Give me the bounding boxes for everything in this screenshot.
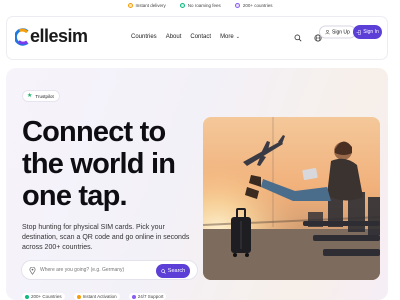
support-icon — [131, 294, 136, 299]
feature-badge: Instant Activation — [73, 293, 120, 300]
sign-up-button[interactable]: Sign Up — [319, 25, 356, 39]
feature-badges: 200+ Countries Instant Activation 24/7 S… — [22, 293, 167, 300]
perk-label: 200+ countries — [242, 2, 273, 8]
hero-travel-image — [203, 117, 380, 280]
nav-link-more[interactable]: More ⌄ — [220, 34, 240, 40]
sign-up-label: Sign Up — [332, 29, 350, 35]
logo-mark-icon — [15, 27, 29, 46]
hero-section: ★ Trustpilot Connect to the world in one… — [6, 68, 388, 300]
search-submit-button[interactable]: Search — [156, 264, 190, 278]
star-icon: ★ — [27, 93, 33, 99]
airport-traveler-illustration — [203, 117, 380, 280]
brand-name: ellesim — [30, 26, 88, 46]
nav-link-contact[interactable]: Contact — [190, 34, 211, 40]
feature-badge: 200+ Countries — [22, 293, 65, 300]
globe-small-icon — [234, 2, 240, 8]
feature-badge-label: 200+ Countries — [31, 294, 62, 299]
destination-search-input[interactable] — [40, 267, 155, 273]
chevron-down-icon: ⌄ — [235, 34, 240, 40]
bolt-icon — [76, 294, 81, 299]
feature-badge-label: 24/7 Support — [137, 294, 164, 299]
feature-badge: 24/7 Support — [128, 293, 167, 300]
pin-icon — [29, 267, 36, 275]
perk-label: Instant delivery — [135, 2, 166, 8]
bolt-icon — [127, 2, 133, 8]
hero-subtitle: Stop hunting for physical SIM cards. Pic… — [22, 224, 190, 251]
check-icon — [179, 2, 185, 8]
nav-link-more-label: More — [220, 34, 234, 40]
search-icon — [294, 34, 302, 42]
destination-search-bar: Search — [21, 260, 198, 280]
perk-instant-delivery: Instant delivery — [127, 2, 166, 8]
search-icon — [161, 268, 166, 274]
sign-in-button[interactable]: Sign In — [353, 25, 382, 39]
nav-link-countries[interactable]: Countries — [131, 34, 157, 40]
trustpilot-label: Trustpilot — [35, 93, 54, 99]
user-icon — [325, 29, 330, 35]
login-icon — [356, 29, 361, 35]
hero-headline: Connect to the world in one tap. — [22, 116, 176, 212]
perk-no-roaming: No roaming fees — [179, 2, 221, 8]
brand-logo[interactable]: ellesim — [15, 26, 88, 47]
trustpilot-badge[interactable]: ★ Trustpilot — [22, 90, 60, 102]
search-submit-label: Search — [167, 268, 186, 274]
nav-links: Countries About Contact More ⌄ — [131, 34, 240, 40]
announcement-bar: Instant delivery No roaming fees 200+ co… — [0, 0, 400, 10]
sign-in-label: Sign In — [363, 29, 379, 35]
nav-link-about[interactable]: About — [166, 34, 182, 40]
perk-label: No roaming fees — [187, 2, 221, 8]
perk-countries: 200+ countries — [234, 2, 273, 8]
check-icon — [25, 294, 29, 299]
search-button[interactable] — [293, 33, 303, 43]
feature-badge-label: Instant Activation — [82, 294, 117, 299]
